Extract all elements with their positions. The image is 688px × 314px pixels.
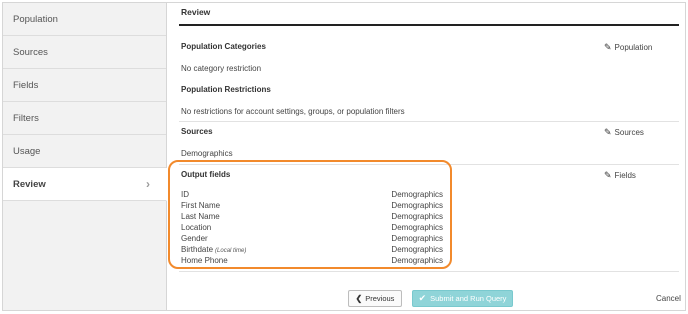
output-field-row: First Name Demographics	[181, 201, 443, 212]
previous-button-label: Previous	[365, 294, 395, 303]
chevron-left-icon: ❮	[355, 294, 363, 303]
sidebar-item-population[interactable]: Population	[3, 3, 166, 36]
review-panel: Review Population Categories ✎ Population…	[167, 3, 685, 310]
field-name: First Name	[181, 201, 221, 210]
edit-sources-link[interactable]: ✎ Sources	[604, 127, 644, 138]
field-name: Home Phone	[181, 256, 228, 265]
pencil-icon: ✎	[604, 170, 612, 180]
sidebar-item-usage[interactable]: Usage	[3, 135, 166, 168]
checkmark-icon: ✔	[418, 293, 427, 303]
output-fields-heading: Output fields	[181, 170, 231, 179]
cancel-link[interactable]: Cancel	[656, 294, 681, 303]
field-source: Demographics	[391, 234, 443, 243]
title-divider	[179, 24, 679, 26]
previous-button[interactable]: ❮ Previous	[348, 290, 402, 307]
query-wizard: Population Sources Fields Filters Usage …	[2, 2, 686, 311]
field-source: Demographics	[391, 256, 443, 265]
section-divider	[179, 271, 679, 272]
edit-population-link[interactable]: ✎ Population	[604, 42, 652, 53]
output-field-row: ID Demographics	[181, 190, 443, 201]
sidebar-item-filters[interactable]: Filters	[3, 102, 166, 135]
sidebar-item-label: Sources	[13, 47, 48, 58]
field-source: Demographics	[391, 201, 443, 210]
sidebar-item-label: Usage	[13, 146, 41, 157]
submit-button-label: Submit and Run Query	[430, 294, 507, 303]
field-name: Gender	[181, 234, 208, 243]
population-categories-heading: Population Categories	[181, 42, 266, 51]
sources-heading: Sources	[181, 127, 213, 136]
pencil-icon: ✎	[604, 127, 612, 137]
population-categories-value: No category restriction	[181, 64, 262, 73]
field-source: Demographics	[391, 190, 443, 199]
field-source: Demographics	[391, 245, 443, 254]
field-name: Location	[181, 223, 212, 232]
sidebar-item-review[interactable]: Review ›	[3, 168, 167, 201]
field-note: (Local time)	[215, 248, 247, 254]
sidebar-item-label: Fields	[13, 80, 39, 91]
field-source: Demographics	[391, 212, 443, 221]
pencil-icon: ✎	[604, 42, 612, 52]
output-field-row: Location Demographics	[181, 223, 443, 234]
field-source: Demographics	[391, 223, 443, 232]
output-field-row: Last Name Demographics	[181, 212, 443, 223]
field-name: Birthdate (Local time)	[181, 245, 247, 254]
edit-sources-label: Sources	[614, 128, 644, 137]
edit-fields-link[interactable]: ✎ Fields	[604, 170, 636, 181]
sidebar-item-sources[interactable]: Sources	[3, 36, 166, 69]
page-title: Review	[181, 7, 211, 17]
sidebar-item-label: Population	[13, 14, 58, 25]
submit-and-run-query-button[interactable]: ✔ Submit and Run Query	[412, 290, 513, 307]
output-field-row: Birthdate (Local time) Demographics	[181, 245, 443, 256]
edit-population-label: Population	[614, 43, 653, 52]
section-divider	[179, 164, 679, 165]
field-name: ID	[181, 190, 189, 199]
edit-fields-label: Fields	[614, 171, 636, 180]
field-name: Last Name	[181, 212, 220, 221]
output-field-row: Home Phone Demographics	[181, 256, 443, 267]
output-field-row: Gender Demographics	[181, 234, 443, 245]
sidebar-item-fields[interactable]: Fields	[3, 69, 166, 102]
sidebar-item-label: Filters	[13, 113, 39, 124]
population-restrictions-value: No restrictions for account settings, gr…	[181, 107, 405, 116]
wizard-sidebar: Population Sources Fields Filters Usage …	[3, 3, 167, 310]
sources-value: Demographics	[181, 149, 233, 158]
sidebar-item-label: Review	[13, 179, 46, 190]
population-restrictions-heading: Population Restrictions	[181, 85, 271, 94]
chevron-right-icon: ›	[146, 177, 150, 191]
section-divider	[179, 121, 679, 122]
